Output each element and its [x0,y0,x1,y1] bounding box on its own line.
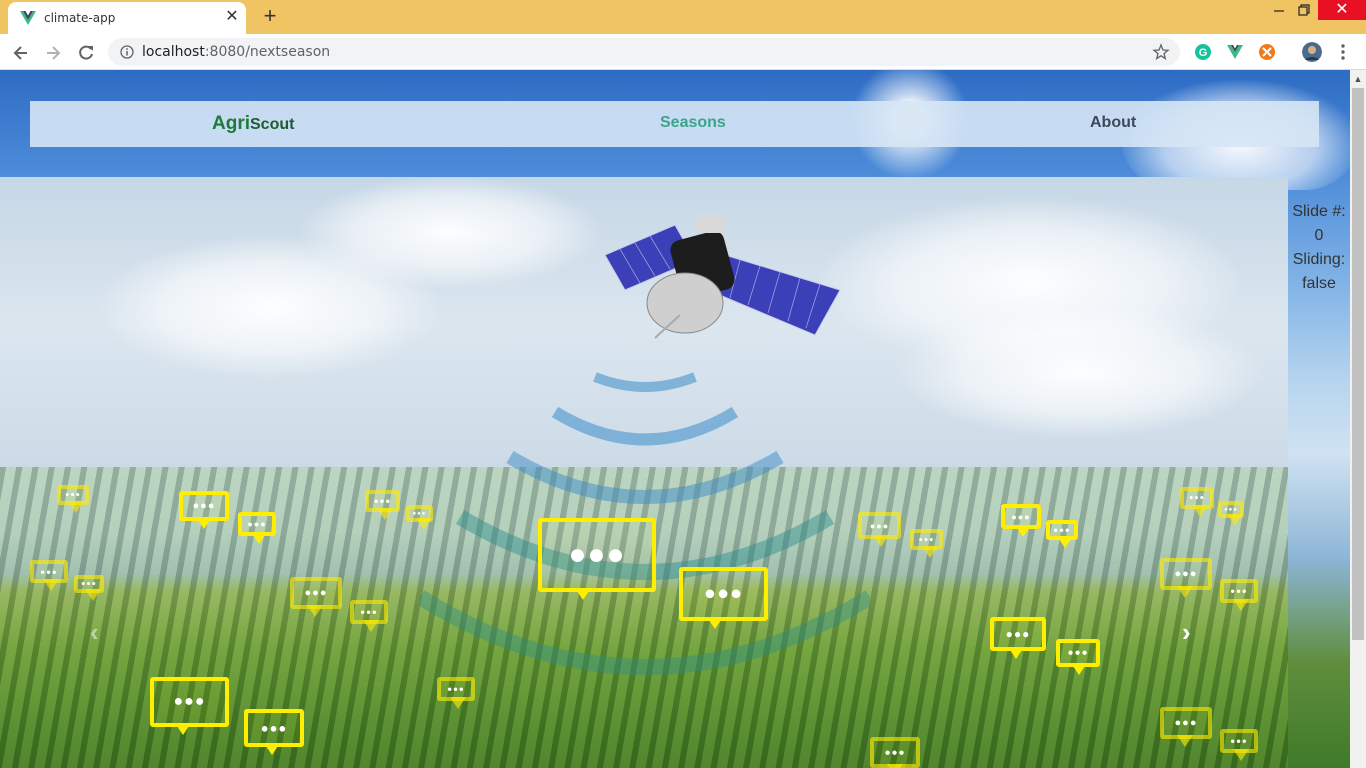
vue-devtools-icon[interactable] [1226,43,1244,61]
browser-tab[interactable]: climate-app ✕ [8,2,246,34]
chat-bubble-icon: ●●● [290,577,342,617]
chat-bubble-icon: ●●● [679,567,768,629]
chat-bubble-icon: ●●● [1056,639,1100,675]
window-close-button[interactable]: ✕ [1318,0,1366,20]
chat-bubble-icon: ●●● [179,491,229,529]
url-text: localhost:8080/nextseason [142,44,331,60]
image-carousel[interactable]: ●●● ●●● ●●● ●●● ●●● ●●● ●●● ●●● ●●● ●●● … [0,177,1288,768]
scroll-up-arrow-icon[interactable]: ▲ [1350,72,1366,86]
more-menu-icon[interactable] [1336,42,1350,62]
chat-bubble-icon: ●●● [57,485,89,513]
chat-bubble-icon: ●●● [406,505,433,530]
chat-bubble-icon: ●●● [365,490,400,520]
chat-bubble-icon: ●●● [1180,487,1214,517]
tab-title: climate-app [44,11,116,25]
carousel-cloud [300,177,600,287]
sliding-label: Sliding: [1292,251,1346,268]
grammarly-icon[interactable]: G [1194,43,1212,61]
scrollbar-thumb[interactable] [1352,88,1364,640]
chat-bubble-icon: ●●● [1046,520,1078,548]
chat-bubble-icon: ●●● [858,512,901,547]
tab-close-icon[interactable]: ✕ [223,8,241,26]
brand-logo[interactable]: AgriScout [212,113,294,135]
browser-toolbar: localhost:8080/nextseason G [0,34,1366,70]
nav-link-about[interactable]: About [1090,114,1136,132]
chat-bubble-icon: ●●● [910,529,943,558]
chat-bubble-icon: ●●● [350,600,388,632]
svg-text:G: G [1199,47,1208,59]
slide-status: Slide #: 0 Sliding: false [1288,200,1350,296]
browser-tabbar: climate-app ✕ + ✕ [0,0,1366,34]
profile-avatar[interactable] [1302,42,1322,62]
chat-bubble-icon: ●●● [1160,558,1212,598]
chat-bubble-icon: ●●● [150,677,229,735]
info-icon[interactable] [120,45,134,59]
forward-arrow-icon[interactable] [42,42,64,64]
address-bar[interactable]: localhost:8080/nextseason [108,38,1180,66]
vue-logo-icon [20,11,36,25]
reload-icon[interactable] [75,42,97,64]
carousel-prev-arrow[interactable]: ‹ [90,617,99,648]
chat-bubble-icon: ●●● [1220,579,1258,611]
chat-bubble-icon: ●●● [1160,707,1212,747]
window-restore-button[interactable] [1290,0,1318,22]
slide-number-label: Slide #: [1292,203,1346,220]
sliding-value: false [1302,275,1336,292]
chat-bubble-icon: ●●● [1001,504,1041,537]
page-background: AgriScout Seasons About ●●● ●●● ●●● ●●● … [0,70,1350,768]
satellite-image [604,215,841,339]
chat-bubble-icon: ●●● [74,575,104,601]
app-navbar: AgriScout Seasons About [30,101,1319,147]
carousel-next-arrow[interactable]: › [1182,617,1191,648]
chat-bubble-icon: ●●● [870,737,920,768]
slide-number-value: 0 [1314,227,1324,244]
nav-link-seasons[interactable]: Seasons [660,114,726,132]
chat-bubble-icon: ●●● [238,512,276,544]
chat-bubble-icon: ●●● [990,617,1046,659]
chat-bubble-icon: ●●● [30,560,68,591]
chat-bubble-icon: ●●● [538,518,656,600]
new-tab-button[interactable]: + [258,5,282,29]
back-arrow-icon[interactable] [10,42,32,64]
bookmark-star-icon[interactable] [1152,43,1170,61]
chat-bubble-icon: ●●● [1218,501,1244,526]
chat-bubble-icon: ●●● [1220,729,1258,761]
carousel-cloud [900,307,1260,437]
extension-icon[interactable] [1258,43,1276,61]
chat-bubble-icon: ●●● [437,677,475,709]
chat-bubble-icon: ●●● [244,709,304,755]
